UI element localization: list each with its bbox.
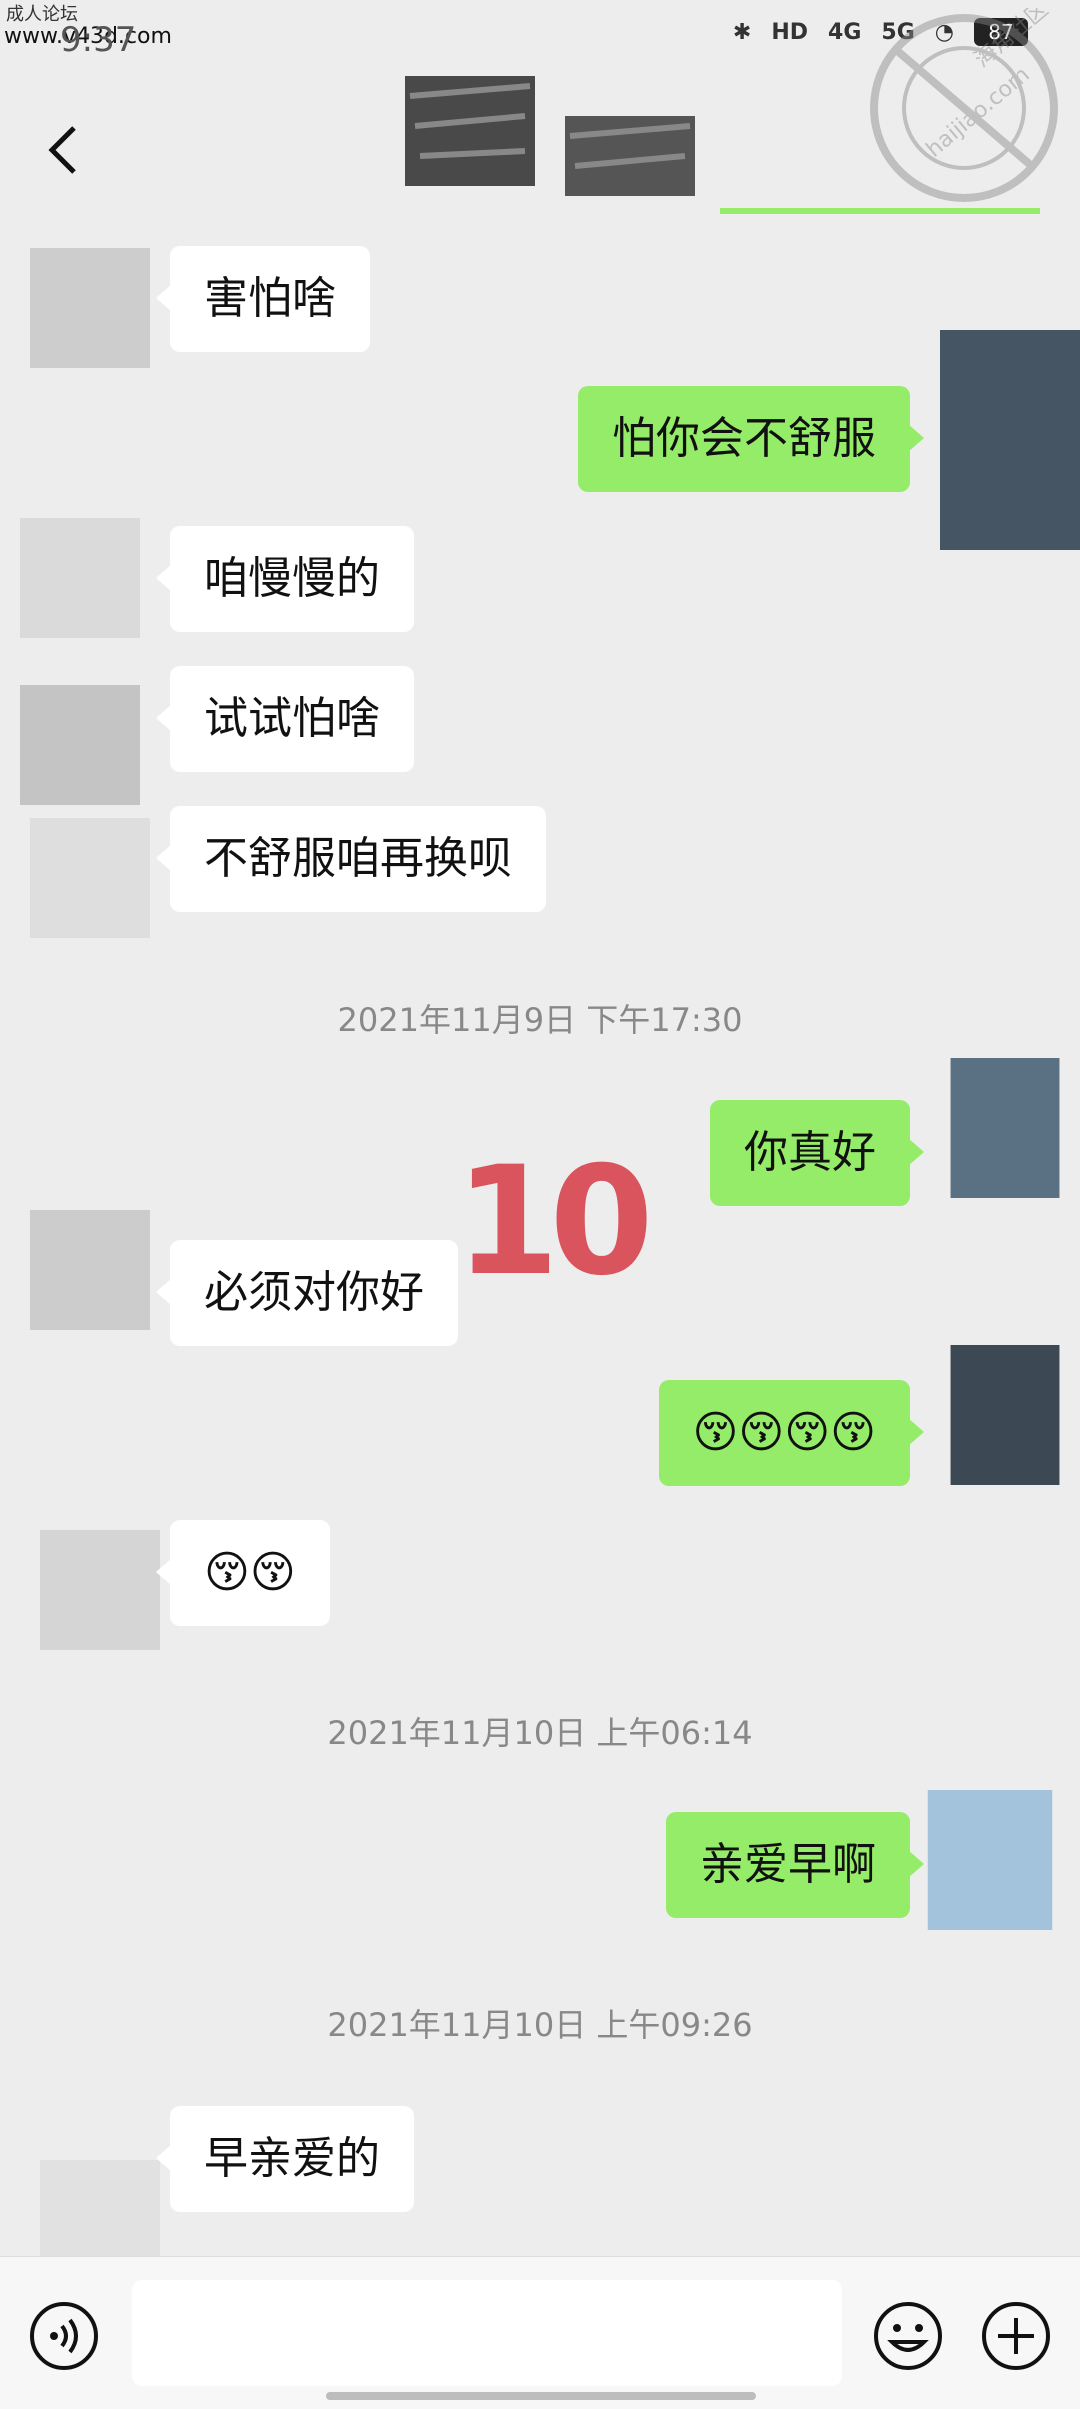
message-bubble[interactable]: 早亲爱的: [156, 2106, 414, 2212]
contact-avatar[interactable]: [20, 238, 160, 378]
contact-avatar[interactable]: [30, 1520, 170, 1660]
my-avatar[interactable]: [935, 1345, 1075, 1485]
message-bubble[interactable]: 咱慢慢的: [156, 526, 414, 632]
redacted-contact-name: [405, 76, 695, 196]
bluetooth-icon: ✱: [732, 19, 752, 45]
message-bubble[interactable]: 😚😚: [156, 1520, 330, 1626]
signal-4g-icon: 4G: [828, 19, 862, 45]
overlay-number: 10: [455, 1135, 654, 1309]
stamp-en: haijiao.com: [922, 62, 1035, 162]
message-bubble[interactable]: 必须对你好: [156, 1240, 458, 1346]
message-bubble[interactable]: 试试怕啥: [156, 666, 414, 772]
contact-avatar[interactable]: [10, 508, 150, 648]
message-bubble[interactable]: 亲爱早啊: [666, 1812, 924, 1918]
message-bubble[interactable]: 不舒服咱再换呗: [156, 806, 546, 912]
message-bubble[interactable]: 😚😚😚😚: [658, 1380, 925, 1486]
contact-avatar[interactable]: [10, 675, 150, 815]
status-time: 9:37: [60, 20, 137, 60]
voice-input-icon[interactable]: [28, 2300, 100, 2372]
back-icon[interactable]: [36, 120, 96, 180]
message-input[interactable]: [132, 2280, 842, 2386]
my-avatar[interactable]: [935, 1058, 1075, 1198]
home-indicator[interactable]: [326, 2392, 756, 2400]
message-timestamp: 2021年11月10日 上午06:14: [327, 1714, 753, 1752]
my-avatar[interactable]: [920, 1790, 1060, 1930]
message-timestamp: 2021年11月9日 下午17:30: [337, 1001, 743, 1039]
message-timestamp: 2021年11月10日 上午09:26: [327, 2006, 753, 2044]
haijiao-stamp-icon: 海角社区 haijiao.com: [870, 8, 1058, 202]
message-bubble[interactable]: 害怕啥: [156, 246, 370, 352]
emoji-icon[interactable]: [872, 2300, 944, 2372]
message-bubble[interactable]: 怕你会不舒服: [578, 386, 924, 492]
hd-icon: HD: [771, 19, 809, 45]
nav-accent-strip: [720, 208, 1040, 214]
message-bubble[interactable]: 你真好: [710, 1100, 924, 1206]
contact-avatar[interactable]: [20, 1200, 160, 1340]
contact-avatar[interactable]: [20, 808, 160, 948]
my-avatar[interactable]: [940, 330, 1080, 550]
plus-icon[interactable]: [980, 2300, 1052, 2372]
